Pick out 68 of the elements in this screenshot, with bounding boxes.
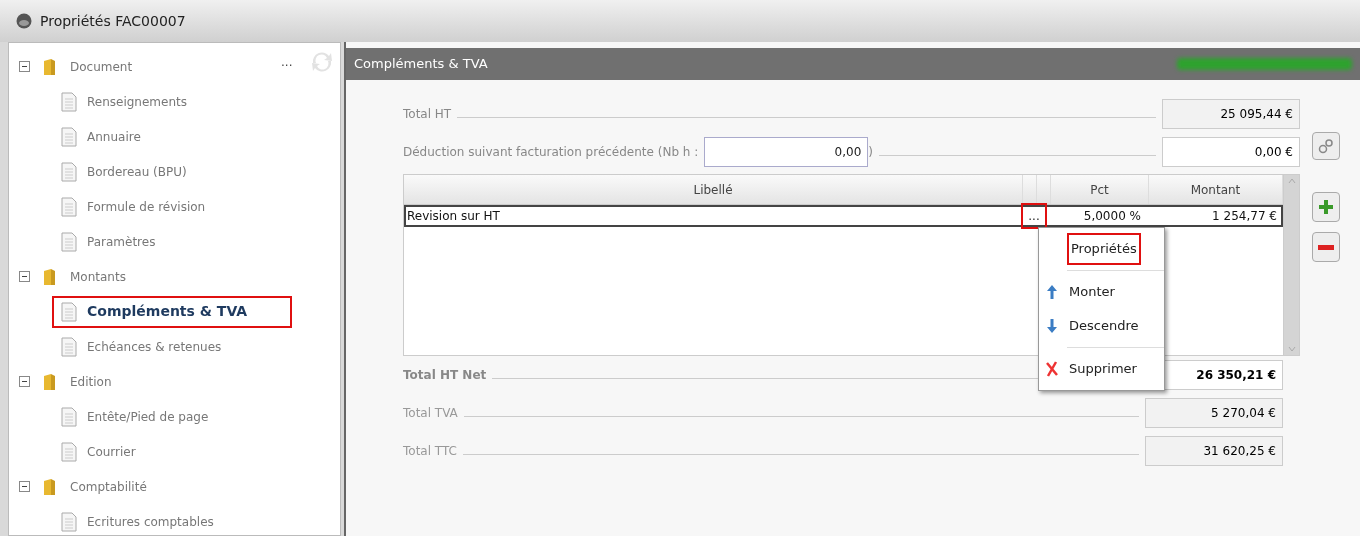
add-button[interactable] xyxy=(1312,192,1340,222)
app-icon xyxy=(16,13,32,29)
collapse-toggle[interactable] xyxy=(19,271,30,282)
value-field: 5 270,04 € xyxy=(1145,398,1283,428)
tree-item[interactable]: Echéances & retenues xyxy=(87,337,222,356)
minus-icon xyxy=(21,483,28,490)
folder-icon xyxy=(42,57,58,76)
tree-item[interactable]: Montants xyxy=(70,267,126,286)
remove-button[interactable] xyxy=(1312,232,1340,262)
tree-item[interactable]: Entête/Pied de page xyxy=(87,407,209,426)
tree-item[interactable]: Annuaire xyxy=(87,127,141,146)
page-icon xyxy=(61,161,77,182)
tree-item[interactable]: Document xyxy=(70,57,133,76)
tree-item[interactable]: Renseignements xyxy=(87,92,187,111)
tree-item[interactable]: Paramètres xyxy=(87,232,156,251)
more-button[interactable]: ... xyxy=(281,53,293,71)
table-cell-text: 5,0000 % xyxy=(1082,208,1142,225)
table-cell-text: 1 254,77 € xyxy=(1211,208,1278,225)
tree-item[interactable]: Edition xyxy=(70,372,112,391)
field-label: Déduction suivant facturation précédente (Nb h : xyxy=(403,144,699,161)
minus-icon xyxy=(21,378,28,385)
table-row[interactable]: Revision sur HT ... 5,0000 % 1 254,77 € xyxy=(404,205,1283,227)
plus-icon xyxy=(1317,198,1335,216)
collapse-toggle[interactable] xyxy=(19,61,30,72)
field-label: Total HT Net xyxy=(403,367,487,384)
collapse-toggle[interactable] xyxy=(19,376,30,387)
column-header[interactable]: Libellé xyxy=(404,175,1023,204)
close-paren: ) xyxy=(868,144,873,161)
folder-icon xyxy=(42,477,58,496)
tree-item[interactable]: Formule de révision xyxy=(87,197,206,216)
tree-item[interactable]: Compléments & TVA xyxy=(87,301,248,322)
tree-item[interactable]: Comptabilité xyxy=(70,477,147,496)
field-label: Total TVA xyxy=(403,405,458,422)
menu-item[interactable]: Descendre xyxy=(1039,309,1164,343)
menu-item[interactable]: Monter xyxy=(1039,275,1164,309)
value-field: 31 620,25 € xyxy=(1145,436,1283,466)
table-cell-text: Revision sur HT xyxy=(406,208,501,225)
page-icon xyxy=(61,406,77,427)
page-icon xyxy=(61,336,77,357)
minus-icon xyxy=(21,273,28,280)
tree-item[interactable]: Bordereau (BPU) xyxy=(87,162,187,181)
panel-title: Compléments & TVA xyxy=(354,55,488,74)
page-icon xyxy=(61,511,77,532)
folder-icon xyxy=(42,267,58,286)
tree-item[interactable]: Ecritures comptables xyxy=(87,512,214,531)
gear-icon xyxy=(1317,137,1335,155)
page-icon xyxy=(61,301,77,322)
amount-input[interactable]: 0,00 € xyxy=(1162,137,1300,167)
value-field: 25 095,44 € xyxy=(1162,99,1300,129)
page-icon xyxy=(61,441,77,462)
cross-icon xyxy=(1045,361,1059,377)
page-icon xyxy=(61,231,77,252)
folder-icon xyxy=(42,372,58,391)
collapse-toggle[interactable] xyxy=(19,481,30,492)
page-icon xyxy=(61,196,77,217)
minus-icon xyxy=(21,63,28,70)
window-title: Propriétés FAC00007 xyxy=(40,11,186,31)
tree-item[interactable]: Courrier xyxy=(87,442,136,461)
minus-icon xyxy=(1318,244,1334,250)
page-icon xyxy=(61,91,77,112)
hours-input[interactable]: 0,00 xyxy=(704,137,869,167)
down-arrow-icon xyxy=(1045,318,1059,334)
field-label: Total TTC xyxy=(403,443,457,460)
settings-button[interactable] xyxy=(1312,132,1340,160)
page-icon xyxy=(61,126,77,147)
column-header[interactable]: Pct xyxy=(1051,175,1149,204)
up-arrow-icon xyxy=(1045,284,1059,300)
field-label: Total HT xyxy=(403,106,452,123)
